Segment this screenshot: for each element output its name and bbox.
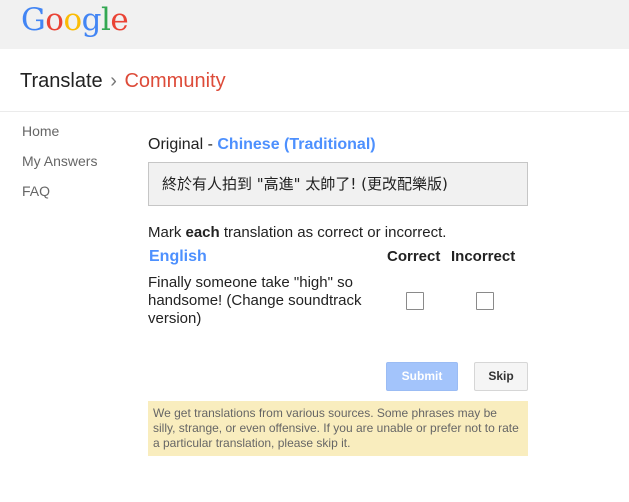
instruction-text: Mark each translation as correct or inco… <box>148 224 446 241</box>
sidebar-item-home[interactable]: Home <box>22 123 97 153</box>
submit-button[interactable]: Submit <box>386 362 458 391</box>
instruction-suffix: translation as correct or incorrect. <box>219 224 447 241</box>
incorrect-column-header: Incorrect <box>451 248 516 265</box>
sidebar-item-my-answers[interactable]: My Answers <box>22 153 97 183</box>
logo-letter: o <box>45 2 64 38</box>
instruction-bold: each <box>185 224 220 241</box>
source-text-box: 終於有人拍到 "高進" 太帥了! (更改配樂版) <box>148 162 528 206</box>
skip-button[interactable]: Skip <box>474 362 528 391</box>
original-language: Chinese (Traditional) <box>217 136 376 153</box>
original-language-line: Original - Chinese (Traditional) <box>148 136 528 158</box>
top-bar: Google <box>0 0 629 49</box>
rating-panel: Original - Chinese (Traditional) 終於有人拍到 … <box>148 136 528 456</box>
sidebar-item-faq[interactable]: FAQ <box>22 183 97 213</box>
breadcrumb-translate[interactable]: Translate <box>20 70 103 92</box>
incorrect-checkbox[interactable] <box>476 292 494 310</box>
translation-text: Finally someone take "high" so handsome!… <box>148 274 362 327</box>
sub-header: Translate › Community <box>0 49 629 112</box>
logo-letter: o <box>63 2 82 38</box>
logo-letter: g <box>81 2 102 38</box>
breadcrumb-community[interactable]: Community <box>124 70 225 92</box>
target-language-header: English <box>149 248 207 265</box>
logo-letter: l <box>100 2 111 38</box>
sidebar-nav: Home My Answers FAQ <box>22 123 97 213</box>
logo-letter: e <box>110 2 129 38</box>
google-logo[interactable]: Google <box>21 2 129 38</box>
instruction-prefix: Mark <box>148 224 186 241</box>
breadcrumb-separator: › <box>110 70 117 92</box>
correct-checkbox[interactable] <box>406 292 424 310</box>
translation-sources-notice: We get translations from various sources… <box>148 401 528 456</box>
breadcrumb: Translate › Community <box>20 70 226 93</box>
logo-letter: G <box>21 2 46 38</box>
original-prefix: Original - <box>148 136 218 153</box>
correct-column-header: Correct <box>387 248 441 265</box>
